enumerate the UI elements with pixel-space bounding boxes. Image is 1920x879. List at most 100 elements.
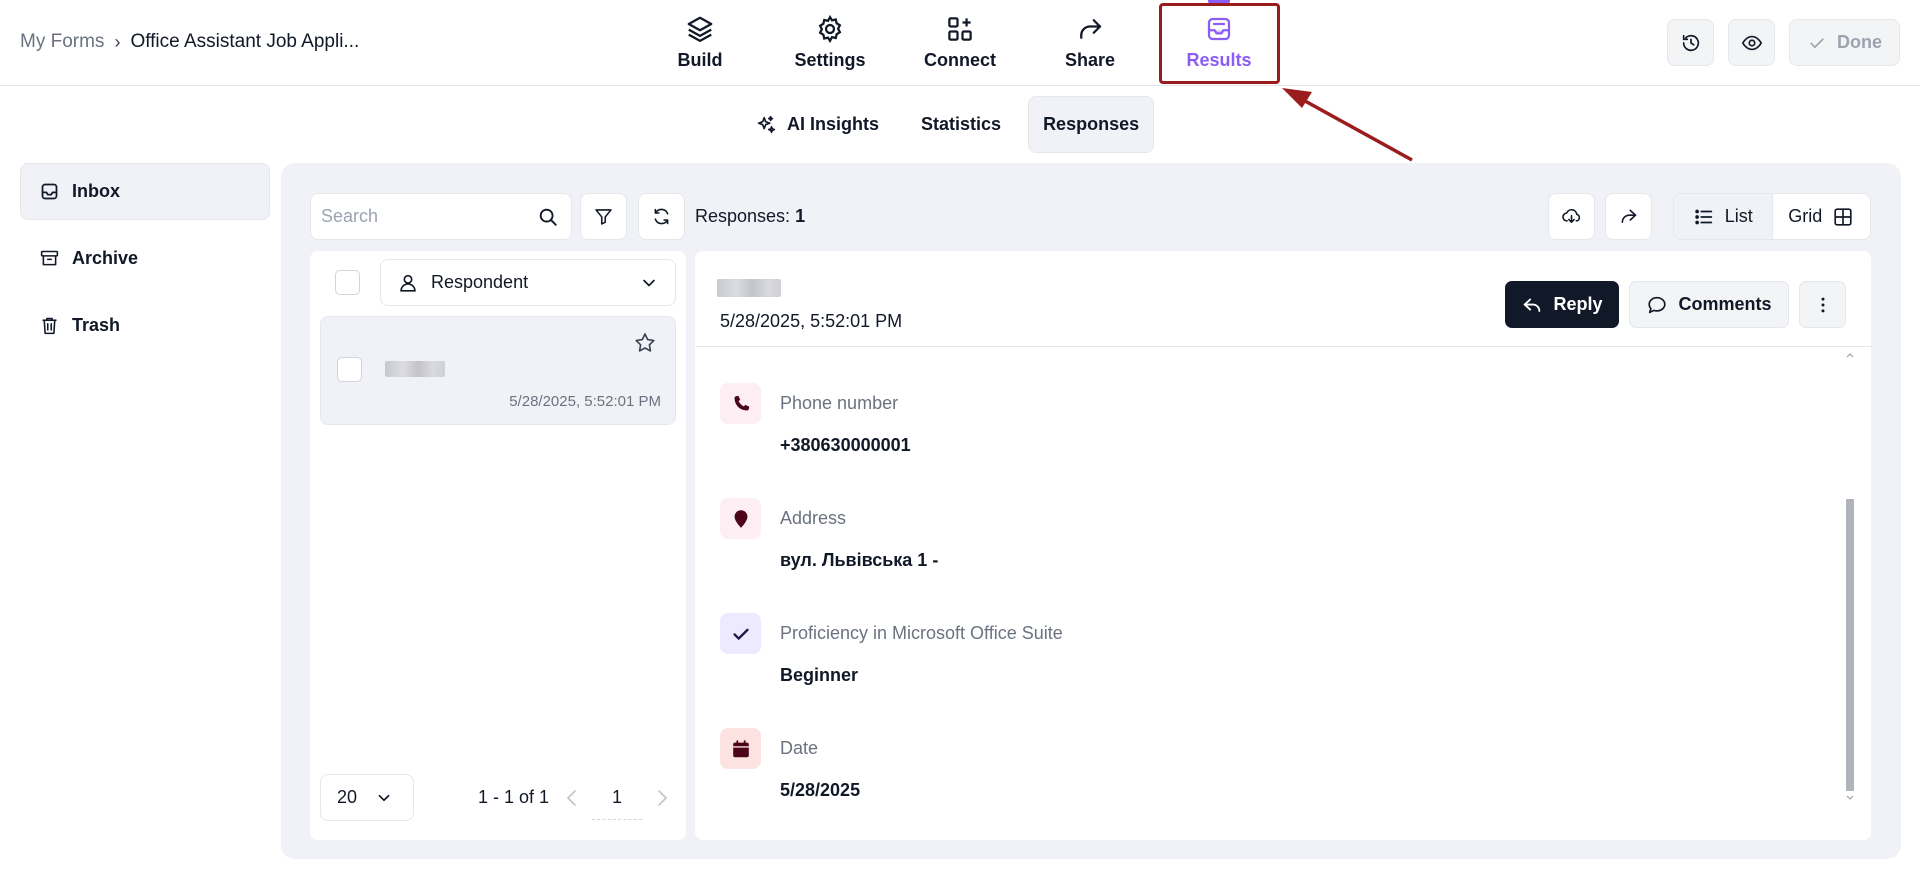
sidebar-item-inbox[interactable]: Inbox — [20, 163, 270, 220]
nav-tab-build[interactable]: Build — [640, 10, 760, 76]
chevron-left-icon[interactable] — [564, 788, 580, 808]
responses-count-label: Responses: — [695, 206, 791, 226]
field-value: Beginner — [780, 665, 859, 685]
list-item[interactable]: 5/28/2025, 5:52:01 PM — [320, 316, 676, 425]
share-arrow-icon — [1621, 209, 1637, 223]
pagination-page-input[interactable]: 1 — [592, 776, 642, 820]
filter-button[interactable] — [580, 193, 627, 240]
results-subtabs: AI Insights Statistics Responses — [740, 96, 1155, 153]
view-grid-button[interactable]: Grid — [1773, 194, 1871, 239]
redacted-respondent-name — [717, 279, 781, 297]
field-icon-badge — [720, 728, 761, 769]
nav-tab-share[interactable]: Share — [1030, 10, 1150, 76]
more-vertical-icon — [1821, 297, 1824, 312]
list-item-date: 5/28/2025, 5:52:01 PM — [509, 393, 661, 410]
view-grid-label: Grid — [1788, 206, 1823, 226]
field-value: +380630000001 — [780, 435, 911, 455]
refresh-icon — [654, 208, 669, 225]
history-button[interactable] — [1667, 19, 1714, 66]
sidebar-item-label: Trash — [72, 315, 121, 335]
comments-button[interactable]: Comments — [1629, 281, 1789, 328]
chevron-right-icon[interactable] — [654, 788, 670, 808]
calendar-icon — [732, 739, 749, 757]
subtab-ai-insights[interactable]: AI Insights — [740, 96, 894, 153]
subtab-ai-insights-label: AI Insights — [787, 114, 880, 134]
archive-icon — [40, 250, 59, 266]
responses-panel: Responses: 1 List Grid Respondent 5/28/2… — [281, 163, 1901, 859]
scroll-down-arrow-icon[interactable] — [1845, 794, 1855, 802]
page-size-select[interactable]: 20 — [320, 774, 414, 821]
share-arrow-icon — [1080, 19, 1102, 39]
share-results-button[interactable] — [1605, 193, 1652, 240]
search-input[interactable] — [321, 194, 531, 239]
respondent-select[interactable]: Respondent — [380, 259, 676, 306]
star-icon[interactable] — [633, 331, 657, 355]
reply-icon — [1524, 298, 1541, 312]
field-label: Phone number — [780, 393, 899, 413]
sidebar-item-label: Inbox — [72, 181, 120, 201]
grid-icon — [1834, 207, 1852, 226]
sparkles-icon — [757, 115, 776, 133]
comment-icon — [1648, 296, 1667, 313]
gear-icon — [818, 14, 842, 44]
done-button-label: Done — [1837, 32, 1882, 52]
subtab-responses-label: Responses — [1043, 114, 1140, 134]
done-button[interactable]: Done — [1789, 19, 1900, 66]
field-icon-badge — [720, 498, 761, 539]
nav-tab-results-label: Results — [1186, 50, 1252, 70]
responses-list: Respondent 5/28/2025, 5:52:01 PM 20 1 - … — [310, 251, 686, 840]
redacted-respondent-name — [385, 361, 445, 377]
main-nav: Build Settings Connect Share Results — [0, 0, 1920, 86]
filter-icon — [595, 209, 612, 225]
preview-button[interactable] — [1728, 19, 1775, 66]
subtab-statistics[interactable]: Statistics — [906, 96, 1016, 153]
nav-tab-connect-label: Connect — [924, 50, 996, 70]
view-toggle: List Grid — [1673, 193, 1871, 240]
detail-header: 5/28/2025, 5:52:01 PM Reply Comments — [695, 251, 1871, 347]
reply-button-label: Reply — [1553, 294, 1603, 314]
field-value: вул. Львівська 1 - — [780, 550, 939, 570]
apps-plus-icon — [948, 17, 972, 41]
active-tab-indicator — [1208, 0, 1230, 4]
check-icon — [732, 628, 749, 640]
search-icon[interactable] — [537, 206, 559, 228]
sidebar-item-trash[interactable]: Trash — [20, 297, 270, 354]
field-value: 5/28/2025 — [780, 780, 861, 800]
page-size-value: 20 — [337, 787, 358, 807]
reply-button[interactable]: Reply — [1505, 281, 1619, 328]
scroll-up-arrow-icon[interactable] — [1845, 351, 1855, 359]
search-box — [310, 193, 572, 240]
cloud-download-icon — [1562, 209, 1581, 223]
view-list-button[interactable]: List — [1674, 194, 1773, 239]
top-actions: Done — [1667, 19, 1900, 66]
sidebar-item-archive[interactable]: Archive — [20, 230, 270, 287]
chevron-down-icon — [378, 794, 390, 801]
check-icon — [1810, 37, 1824, 48]
field-label: Date — [780, 738, 819, 758]
subtab-responses[interactable]: Responses — [1028, 96, 1155, 153]
scrollbar-thumb[interactable] — [1846, 499, 1854, 791]
pagination-page-value: 1 — [611, 787, 622, 807]
map-pin-icon — [734, 509, 747, 528]
refresh-button[interactable] — [638, 193, 685, 240]
download-button[interactable] — [1548, 193, 1595, 240]
field-icon-badge — [720, 613, 761, 654]
field-label: Proficiency in Microsoft Office Suite — [780, 623, 1063, 643]
sidebar: Inbox Archive Trash — [20, 163, 270, 364]
list-icon — [1695, 209, 1712, 224]
more-options-button[interactable] — [1799, 281, 1846, 328]
field-label: Address — [780, 508, 847, 528]
select-all-checkbox[interactable] — [335, 270, 360, 295]
layers-icon — [687, 16, 713, 42]
nav-tab-connect[interactable]: Connect — [900, 10, 1020, 76]
nav-tab-settings[interactable]: Settings — [770, 10, 890, 76]
subtab-statistics-label: Statistics — [921, 114, 1002, 134]
nav-tab-build-label: Build — [677, 50, 723, 70]
respondent-select-label: Respondent — [431, 272, 529, 292]
list-item-checkbox[interactable] — [337, 357, 362, 382]
nav-tab-results[interactable]: Results — [1159, 10, 1279, 76]
inbox-icon — [41, 183, 58, 200]
responses-count-value: 1 — [795, 206, 806, 226]
responses-count: Responses: 1 — [695, 206, 805, 227]
top-bar: My Forms › Office Assistant Job Appli...… — [0, 0, 1920, 86]
